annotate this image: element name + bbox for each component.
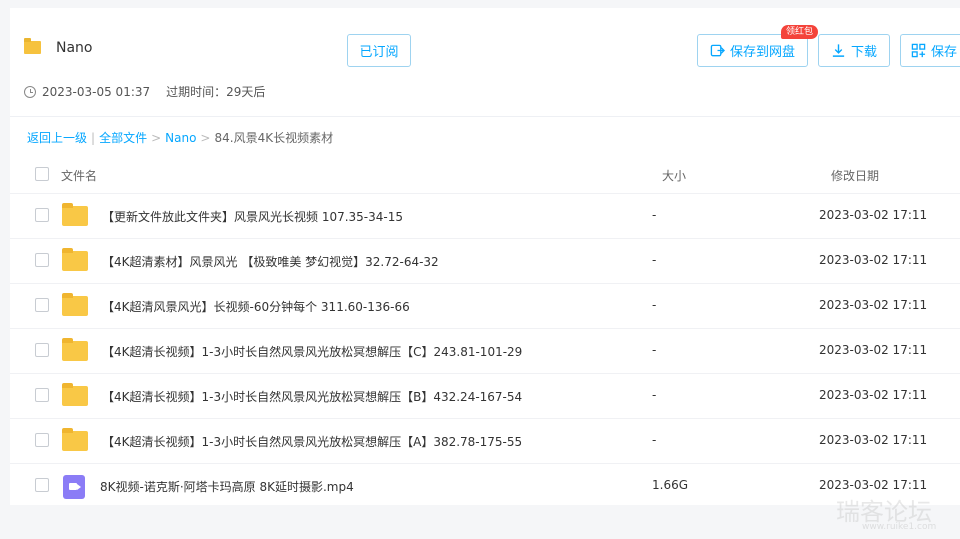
share-meta: 2023-03-05 01:37 过期时间：29天后	[24, 83, 265, 100]
save-button[interactable]: 保存	[900, 34, 960, 67]
file-name[interactable]: 【4K超清长视频】1-3小时长自然风景风光放松冥想解压【C】243.81-101…	[102, 343, 522, 360]
breadcrumb: 返回上一级 | 全部文件 > Nano > 84.风景4K长视频素材	[27, 129, 333, 146]
file-name[interactable]: 【4K超清素材】风景风光 【极致唯美 梦幻视觉】32.72-64-32	[102, 253, 439, 270]
watermark-url: www.ruike1.com	[862, 522, 937, 532]
breadcrumb-all-files[interactable]: 全部文件	[99, 129, 147, 146]
folder-icon	[62, 203, 88, 226]
file-name[interactable]: 【4K超清长视频】1-3小时长自然风景风光放松冥想解压【B】432.24-167…	[102, 388, 522, 405]
breadcrumb-nano[interactable]: Nano	[165, 131, 196, 145]
save-to-cloud-icon	[710, 44, 725, 57]
breadcrumb-arrow: >	[200, 130, 211, 145]
row-checkbox[interactable]	[35, 478, 49, 492]
breadcrumb-current: 84.风景4K长视频素材	[214, 131, 334, 145]
table-row[interactable]: 【4K超清风景风光】长视频-60分钟每个 311.60-136-66 - 202…	[10, 283, 960, 328]
row-checkbox[interactable]	[35, 253, 49, 267]
folder-icon	[62, 293, 88, 316]
table-header: 文件名 大小 修改日期	[10, 156, 960, 192]
expire-time: 过期时间：29天后	[166, 85, 266, 99]
save-label: 保存	[931, 45, 958, 60]
folder-icon	[62, 428, 88, 451]
folder-icon	[62, 338, 88, 361]
file-size: -	[652, 208, 657, 222]
row-checkbox[interactable]	[35, 298, 49, 312]
table-row[interactable]: 【4K超清长视频】1-3小时长自然风景风光放松冥想解压【B】432.24-167…	[10, 373, 960, 418]
breadcrumb-arrow: >	[151, 130, 162, 145]
file-date: 2023-03-02 17:11	[819, 388, 928, 402]
download-icon	[832, 44, 845, 57]
column-header-date[interactable]: 修改日期	[831, 167, 879, 184]
row-checkbox[interactable]	[35, 433, 49, 447]
file-date: 2023-03-02 17:11	[819, 253, 928, 267]
column-header-size[interactable]: 大小	[662, 167, 686, 184]
column-header-name[interactable]: 文件名	[61, 167, 97, 184]
red-packet-badge[interactable]: 领红包	[781, 25, 819, 39]
file-size: -	[652, 298, 657, 312]
file-date: 2023-03-02 17:11	[819, 478, 928, 492]
subscribe-button[interactable]: 已订阅	[347, 34, 411, 67]
divider	[10, 116, 960, 117]
save-icon	[911, 43, 926, 58]
file-name[interactable]: 【4K超清长视频】1-3小时长自然风景风光放松冥想解压【A】382.78-175…	[102, 433, 522, 450]
file-date: 2023-03-02 17:11	[819, 433, 928, 447]
table-row[interactable]: 【4K超清长视频】1-3小时长自然风景风光放松冥想解压【A】382.78-175…	[10, 418, 960, 463]
row-checkbox[interactable]	[35, 343, 49, 357]
table-row[interactable]: 【4K超清长视频】1-3小时长自然风景风光放松冥想解压【C】243.81-101…	[10, 328, 960, 373]
folder-icon	[62, 248, 88, 271]
folder-icon	[62, 383, 88, 406]
row-checkbox[interactable]	[35, 388, 49, 402]
share-title: Nano	[56, 40, 93, 56]
table-row[interactable]: 8K视频-诺克斯·阿塔卡玛高原 8K延时摄影.mp4 1.66G 2023-03…	[10, 463, 960, 508]
table-row[interactable]: 【4K超清素材】风景风光 【极致唯美 梦幻视觉】32.72-64-32 - 20…	[10, 238, 960, 283]
file-date: 2023-03-02 17:11	[819, 298, 928, 312]
file-name[interactable]: 8K视频-诺克斯·阿塔卡玛高原 8K延时摄影.mp4	[100, 478, 354, 495]
file-size: -	[652, 388, 657, 402]
share-panel: Nano 已订阅 保存到网盘 领红包 下载 保存 2023-03-05 01:3…	[10, 8, 960, 505]
share-date: 2023-03-05 01:37	[42, 84, 151, 99]
row-checkbox[interactable]	[35, 208, 49, 222]
file-size: 1.66G	[652, 478, 689, 492]
file-date: 2023-03-02 17:11	[819, 208, 928, 222]
subscribe-label: 已订阅	[359, 45, 399, 60]
file-name[interactable]: 【更新文件放此文件夹】风景风光长视频 107.35-34-15	[102, 208, 403, 225]
file-size: -	[652, 343, 657, 357]
breadcrumb-separator: |	[91, 130, 96, 145]
video-file-icon	[63, 475, 85, 499]
clock-icon	[24, 85, 36, 98]
download-label: 下载	[850, 45, 877, 60]
file-size: -	[652, 433, 657, 447]
table-row[interactable]: 【更新文件放此文件夹】风景风光长视频 107.35-34-15 - 2023-0…	[10, 193, 960, 238]
breadcrumb-back[interactable]: 返回上一级	[27, 129, 87, 146]
select-all-checkbox[interactable]	[35, 167, 49, 181]
folder-icon	[24, 38, 41, 54]
file-size: -	[652, 253, 657, 267]
download-button[interactable]: 下载	[818, 34, 890, 67]
save-to-cloud-label: 保存到网盘	[729, 45, 795, 60]
file-name[interactable]: 【4K超清风景风光】长视频-60分钟每个 311.60-136-66	[102, 298, 410, 315]
file-date: 2023-03-02 17:11	[819, 343, 928, 357]
